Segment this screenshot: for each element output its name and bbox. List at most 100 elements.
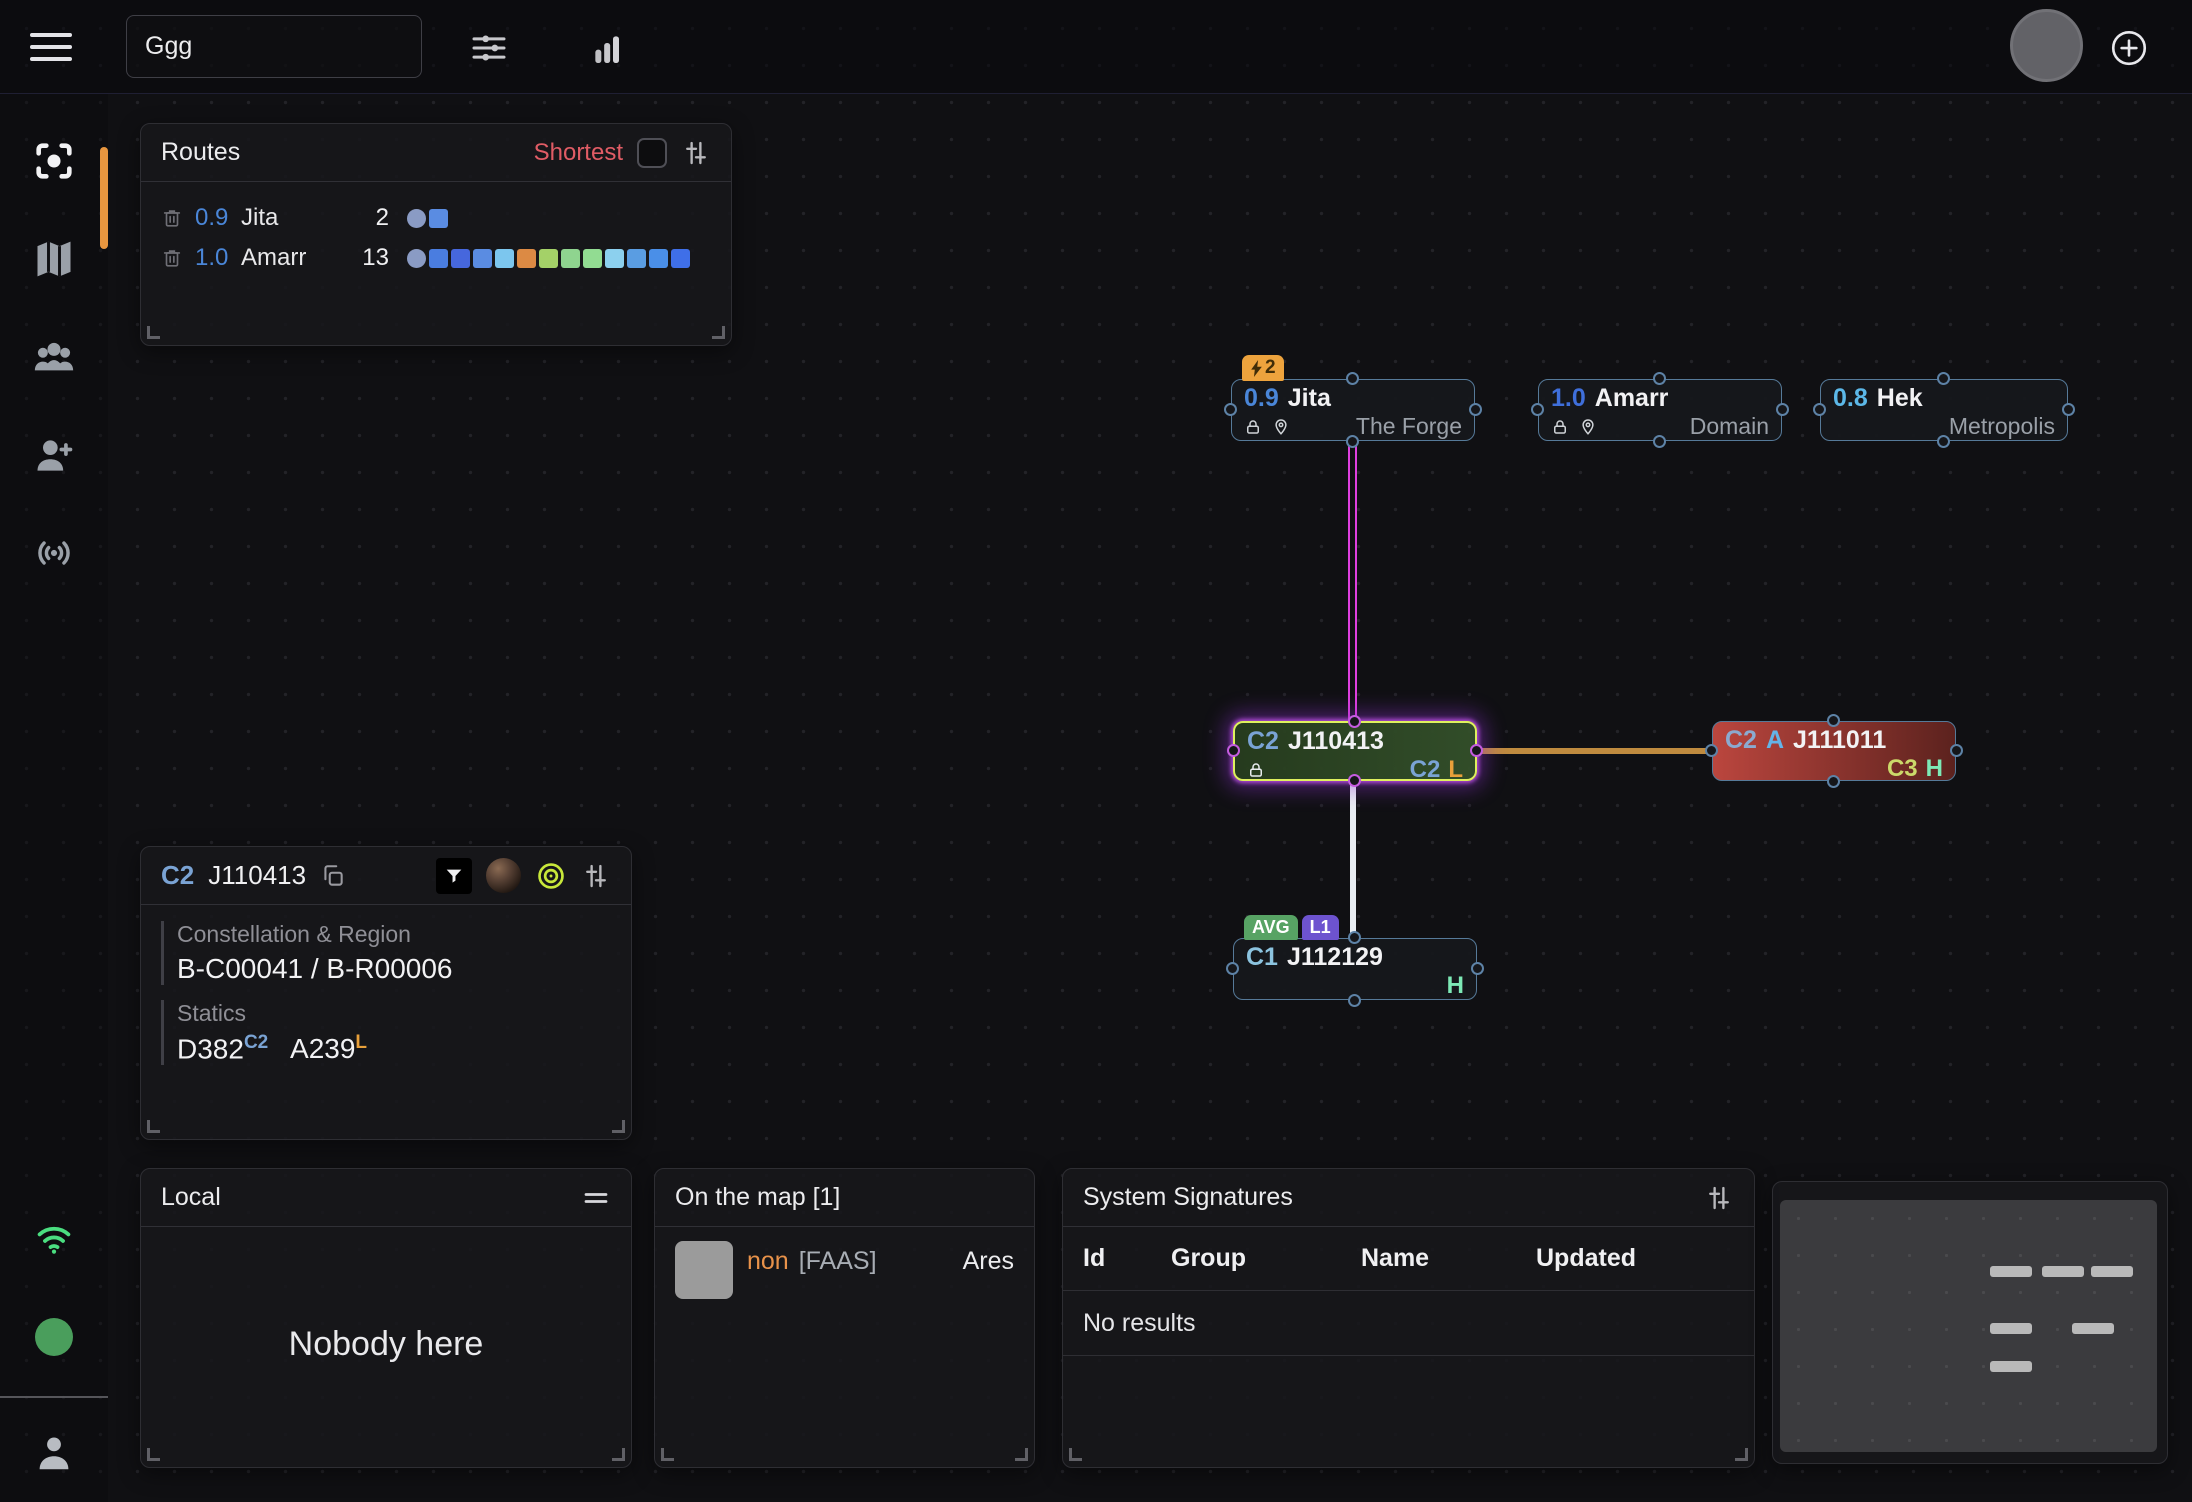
map-filter-button[interactable]: [466, 25, 512, 71]
node-handle[interactable]: [1937, 372, 1950, 385]
node-handle[interactable]: [1776, 403, 1789, 416]
node-handle[interactable]: [1226, 962, 1239, 975]
node-handle[interactable]: [1705, 744, 1718, 757]
user-avatar[interactable]: [2010, 9, 2083, 82]
node-handle[interactable]: [1346, 372, 1359, 385]
signatures-column-headers: Id Group Name Updated: [1063, 1227, 1754, 1291]
shortest-label[interactable]: Shortest: [534, 139, 623, 167]
node-handle[interactable]: [1813, 403, 1826, 416]
map-stats-button[interactable]: [584, 25, 630, 71]
system-node-j110413[interactable]: C2 J110413 C2 L: [1233, 721, 1477, 781]
column-name[interactable]: Name: [1361, 1244, 1536, 1273]
node-handle[interactable]: [1950, 744, 1963, 757]
resize-handle[interactable]: [712, 326, 725, 339]
node-handle[interactable]: [1227, 744, 1240, 757]
resize-handle[interactable]: [612, 1448, 625, 1461]
node-handle[interactable]: [2062, 403, 2075, 416]
static-code[interactable]: D382: [177, 1033, 244, 1064]
node-handle[interactable]: [1531, 403, 1544, 416]
map-name-input[interactable]: [126, 15, 422, 78]
route-row-jita[interactable]: 0.9 Jita 2: [161, 198, 711, 238]
node-handle[interactable]: [1348, 931, 1361, 944]
system-node-jita[interactable]: 2 0.9 Jita The Forge: [1231, 379, 1475, 441]
column-id[interactable]: Id: [1083, 1244, 1171, 1273]
minimap-panel[interactable]: [1772, 1181, 2168, 1464]
routes-settings-button[interactable]: [681, 138, 711, 168]
shortest-checkbox[interactable]: [637, 138, 667, 168]
connection-j110413-j112129[interactable]: [1350, 780, 1356, 939]
planet-thumbnail[interactable]: [486, 858, 521, 893]
sidebar-item-characters[interactable]: [0, 334, 108, 380]
route-jump-count: 13: [345, 244, 389, 272]
local-panel: Local Nobody here: [140, 1168, 632, 1468]
resize-handle[interactable]: [147, 326, 160, 339]
node-handle[interactable]: [1348, 994, 1361, 1007]
system-node-amarr[interactable]: 1.0 Amarr Domain: [1538, 379, 1782, 441]
add-button[interactable]: [2106, 25, 2152, 71]
map-pin-icon: [1579, 418, 1597, 436]
constellation-region-value: B-C00041 / B-R00006: [177, 953, 611, 985]
signatures-settings-button[interactable]: [1704, 1183, 1734, 1213]
node-handle[interactable]: [1470, 744, 1483, 757]
resize-handle[interactable]: [1735, 1448, 1748, 1461]
node-handle[interactable]: [1348, 715, 1361, 728]
system-name: Jita: [1288, 384, 1331, 413]
sidebar-item-add-character[interactable]: [0, 432, 108, 478]
route-segment: [429, 209, 448, 228]
node-handle[interactable]: [1827, 714, 1840, 727]
resize-handle[interactable]: [147, 1448, 160, 1461]
static-code[interactable]: A239: [290, 1033, 355, 1064]
sliders-icon: [469, 28, 509, 68]
system-name: J110413: [208, 860, 306, 891]
broadcast-icon: [31, 530, 77, 576]
connection-j110413-j111011[interactable]: [1477, 748, 1712, 754]
app-root: 2 0.9 Jita The Forge: [0, 0, 2192, 1502]
delete-route-button[interactable]: [161, 207, 195, 229]
node-handle[interactable]: [1937, 435, 1950, 448]
route-row-amarr[interactable]: 1.0 Amarr 13: [161, 238, 711, 278]
node-handle[interactable]: [1346, 435, 1359, 448]
node-handle[interactable]: [1827, 775, 1840, 788]
local-menu-button[interactable]: [581, 1183, 611, 1213]
system-node-j111011[interactable]: C2 A J111011 C3 H: [1712, 721, 1956, 781]
connection-jita-j110413[interactable]: [1348, 441, 1357, 722]
scan-target-button[interactable]: [535, 860, 567, 892]
routes-panel: Routes Shortest 0.9 Jita 2: [140, 123, 732, 346]
system-settings-button[interactable]: [581, 861, 611, 891]
wormhole-class: C1: [1246, 943, 1278, 972]
menu-button[interactable]: [30, 33, 72, 61]
column-group[interactable]: Group: [1171, 1244, 1361, 1273]
resize-handle[interactable]: [1015, 1448, 1028, 1461]
node-handle[interactable]: [1469, 403, 1482, 416]
resize-handle[interactable]: [612, 1120, 625, 1133]
minimap-node-bar: [2091, 1266, 2133, 1277]
node-handle[interactable]: [1653, 372, 1666, 385]
sidebar-item-signals[interactable]: [0, 530, 108, 576]
profile-button[interactable]: [0, 1430, 108, 1476]
minimap-viewport[interactable]: [1780, 1200, 2157, 1452]
system-name: Hek: [1877, 384, 1923, 413]
resize-handle[interactable]: [147, 1120, 160, 1133]
sidebar-item-tracking[interactable]: [0, 138, 108, 184]
filter-funnel-button[interactable]: [436, 858, 472, 894]
route-segments: [407, 209, 451, 228]
system-node-j112129[interactable]: AVG L1 C1 J112129 H: [1233, 938, 1477, 1000]
avg-badge: AVG: [1244, 915, 1298, 940]
column-updated[interactable]: Updated: [1536, 1244, 1734, 1273]
system-node-hek[interactable]: 0.8 Hek Metropolis: [1820, 379, 2068, 441]
copy-button[interactable]: [320, 863, 346, 889]
node-handle[interactable]: [1224, 403, 1237, 416]
online-dot: [35, 1318, 73, 1356]
node-handle[interactable]: [1471, 962, 1484, 975]
route-segment: [605, 249, 624, 268]
node-handle[interactable]: [1653, 435, 1666, 448]
sidebar-item-maps[interactable]: [0, 236, 108, 282]
resize-handle[interactable]: [661, 1448, 674, 1461]
resize-handle[interactable]: [1069, 1448, 1082, 1461]
pilot-row[interactable]: non [FAAS] Ares: [655, 1227, 1034, 1299]
delete-route-button[interactable]: [161, 247, 195, 269]
topbar: [0, 0, 2192, 94]
minimap-node-bar: [2072, 1323, 2114, 1334]
region-name: The Forge: [1356, 413, 1462, 440]
node-handle[interactable]: [1348, 774, 1361, 787]
